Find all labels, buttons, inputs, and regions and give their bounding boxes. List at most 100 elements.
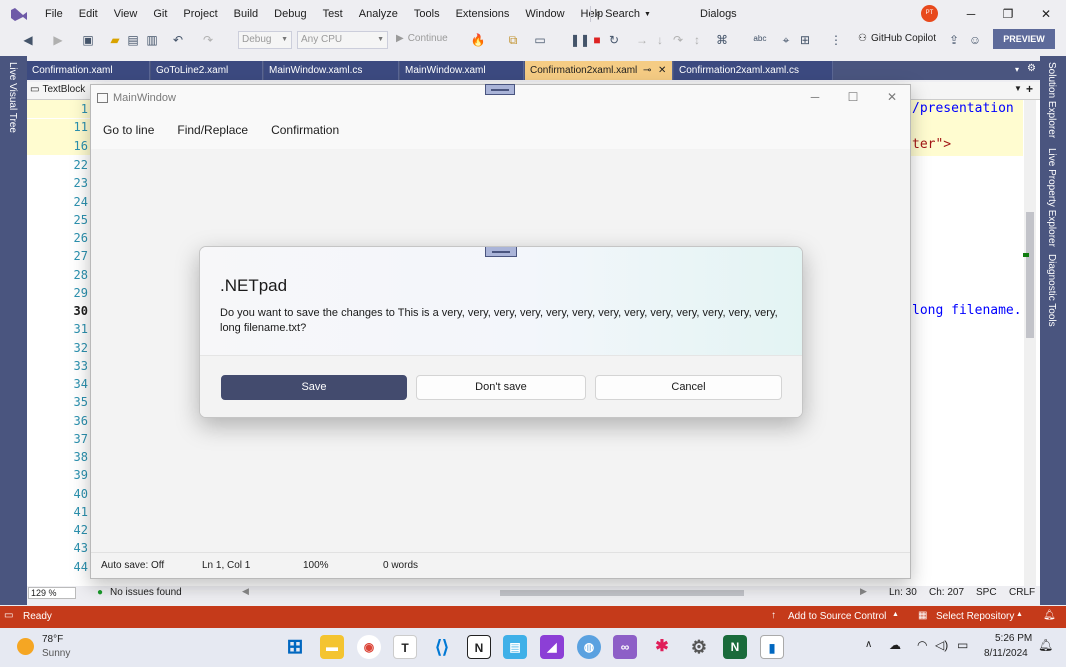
pause-icon[interactable]: ❚❚ bbox=[570, 32, 590, 48]
netpad-icon[interactable]: ▮ bbox=[760, 635, 784, 659]
split-icon[interactable]: + bbox=[1026, 82, 1033, 96]
zoom-combo[interactable]: 129 % bbox=[28, 587, 76, 599]
horizontal-scrollbar-thumb[interactable] bbox=[500, 590, 744, 596]
undo-icon[interactable]: ↶ bbox=[170, 32, 186, 48]
close-icon[interactable]: ✕ bbox=[658, 61, 666, 80]
spell-check-icon[interactable]: ᵃᵇᶜ bbox=[752, 32, 768, 48]
whitespace-indicator[interactable]: SPC bbox=[976, 587, 997, 598]
minimize-icon[interactable]: ─ bbox=[805, 90, 825, 104]
cancel-button[interactable]: Cancel bbox=[595, 375, 782, 400]
avatar[interactable]: PT bbox=[921, 5, 938, 22]
save-button[interactable]: Save bbox=[221, 375, 407, 400]
weather-temp[interactable]: 78°F bbox=[42, 634, 63, 645]
element-selector[interactable]: ▭ TextBlock bbox=[30, 84, 85, 95]
menu-view[interactable]: View bbox=[106, 0, 146, 28]
affinity-icon[interactable]: ◢ bbox=[540, 635, 564, 659]
menu-go-to-line[interactable]: Go to line bbox=[103, 123, 154, 137]
save-icon[interactable]: ▤ bbox=[125, 32, 141, 48]
search-button[interactable]: ⌕ Search ▼ bbox=[590, 6, 651, 22]
redo-icon[interactable]: ↷ bbox=[200, 32, 216, 48]
select-element-icon[interactable]: ⌖ bbox=[778, 32, 794, 48]
stop-icon[interactable]: ■ bbox=[589, 32, 605, 48]
menu-debug[interactable]: Debug bbox=[266, 0, 314, 28]
step-back-icon[interactable]: ↕ bbox=[689, 32, 705, 48]
issues-label[interactable]: No issues found bbox=[110, 587, 182, 598]
restart-icon[interactable]: ↻ bbox=[606, 32, 622, 48]
menu-file[interactable]: File bbox=[37, 0, 71, 28]
slack-icon[interactable]: ✱ bbox=[650, 635, 674, 659]
notification-icon[interactable]: ▭ bbox=[4, 610, 13, 621]
scroll-right-icon[interactable]: ▶ bbox=[860, 586, 867, 597]
live-property-explorer-tab[interactable]: Live Property Explorer bbox=[1046, 148, 1057, 247]
tab-confirmation-xaml[interactable]: Confirmation.xaml bbox=[27, 61, 150, 80]
live-visual-tree-tab[interactable]: Live Visual Tree bbox=[7, 62, 18, 133]
back-icon[interactable]: ◀ bbox=[20, 32, 36, 48]
new-project-icon[interactable]: ▣ bbox=[80, 32, 96, 48]
settings-icon[interactable]: ⚙ bbox=[687, 635, 711, 659]
tab-confirmation2xaml-xaml-cs[interactable]: Confirmation2xaml.xaml.cs bbox=[674, 61, 833, 80]
live-visual-tree-icon[interactable]: ⌘ bbox=[714, 32, 730, 48]
bell-icon[interactable]: 🔔︎ bbox=[1043, 610, 1056, 621]
save-all-icon[interactable]: ▥ bbox=[144, 32, 160, 48]
wifi-icon[interactable]: ◠ bbox=[917, 638, 927, 652]
forward-icon[interactable]: ▶ bbox=[50, 32, 66, 48]
scrollbar-thumb[interactable] bbox=[1026, 212, 1034, 338]
chevron-down-icon[interactable]: ▼ bbox=[1014, 84, 1022, 93]
notepad-icon[interactable]: ▤ bbox=[503, 635, 527, 659]
menu-window[interactable]: Window bbox=[517, 0, 572, 28]
close-icon[interactable]: ✕ bbox=[1031, 3, 1061, 25]
hot-reload-icon[interactable]: 🔥 bbox=[470, 32, 486, 48]
menu-tools[interactable]: Tools bbox=[406, 0, 448, 28]
menu-analyze[interactable]: Analyze bbox=[351, 0, 406, 28]
browser-link-icon[interactable]: ⧉ bbox=[505, 32, 521, 48]
battery-icon[interactable]: ▭ bbox=[957, 638, 968, 652]
windows-start-icon[interactable]: ⊞ bbox=[283, 635, 307, 659]
continue-button[interactable]: ▶ Continue bbox=[396, 33, 448, 44]
file-explorer-icon[interactable]: ▬ bbox=[320, 635, 344, 659]
line-ending-indicator[interactable]: CRLF bbox=[1009, 587, 1035, 598]
vertical-scrollbar[interactable] bbox=[1024, 100, 1036, 586]
tab-mainwindow-xaml[interactable]: MainWindow.xaml bbox=[400, 61, 524, 80]
menu-project[interactable]: Project bbox=[175, 0, 225, 28]
share-icon[interactable]: ⇪ bbox=[946, 32, 962, 48]
typora-icon[interactable]: T bbox=[393, 635, 417, 659]
scroll-left-icon[interactable]: ◀ bbox=[242, 586, 249, 597]
chevron-up-icon[interactable]: ∧ bbox=[865, 639, 872, 650]
menu-test[interactable]: Test bbox=[315, 0, 351, 28]
xaml-toolbar-icon[interactable]: ▭ bbox=[532, 32, 548, 48]
menu-find-replace[interactable]: Find/Replace bbox=[177, 123, 248, 137]
platform-combo[interactable]: Any CPU ▼ bbox=[297, 31, 388, 49]
menu-build[interactable]: Build bbox=[226, 0, 266, 28]
weather-desc[interactable]: Sunny bbox=[42, 648, 70, 659]
bell-icon[interactable]: 🔔︎ bbox=[1038, 638, 1053, 652]
open-folder-icon[interactable]: ▰ bbox=[107, 32, 123, 48]
tab-gotoline2-xaml[interactable]: GoToLine2.xaml bbox=[151, 61, 263, 80]
globe-icon[interactable]: ◍ bbox=[577, 635, 601, 659]
line-indicator[interactable]: Ln: 30 bbox=[889, 587, 917, 598]
menu-extensions[interactable]: Extensions bbox=[448, 0, 518, 28]
clock-date[interactable]: 8/11/2024 bbox=[984, 648, 1028, 659]
drag-handle-icon[interactable] bbox=[485, 84, 515, 95]
menu-edit[interactable]: Edit bbox=[71, 0, 106, 28]
configuration-combo[interactable]: Debug ▼ bbox=[238, 31, 292, 49]
clock-time[interactable]: 5:26 PM bbox=[995, 633, 1032, 644]
terminal-icon[interactable]: N bbox=[723, 635, 747, 659]
cloud-icon[interactable]: ☁ bbox=[889, 638, 901, 652]
preview-button[interactable]: PREVIEW bbox=[993, 29, 1055, 49]
tab-confirmation2xaml-xaml[interactable]: Confirmation2xaml.xaml ⊸ ✕ bbox=[525, 61, 673, 80]
add-to-source-control[interactable]: Add to Source Control bbox=[788, 611, 886, 622]
tab-mainwindow-xaml-cs[interactable]: MainWindow.xaml.cs bbox=[264, 61, 399, 80]
drag-handle-icon[interactable] bbox=[485, 247, 517, 257]
minimize-icon[interactable]: ─ bbox=[956, 3, 986, 25]
step-over-icon[interactable]: ↓ bbox=[652, 32, 668, 48]
bookmark-icon[interactable]: ⋮ bbox=[828, 32, 844, 48]
tab-overflow-icon[interactable]: ▾ bbox=[1015, 65, 1019, 74]
solution-explorer-tab[interactable]: Solution Explorer bbox=[1046, 62, 1057, 138]
step-into-icon[interactable]: → bbox=[634, 32, 650, 48]
volume-icon[interactable]: ◁) bbox=[935, 638, 948, 652]
menu-git[interactable]: Git bbox=[145, 0, 175, 28]
vscode-icon[interactable]: ⟨⟩ bbox=[430, 635, 454, 659]
menu-confirmation[interactable]: Confirmation bbox=[271, 123, 339, 137]
select-repository[interactable]: Select Repository bbox=[936, 611, 1014, 622]
step-out-icon[interactable]: ↷ bbox=[670, 32, 686, 48]
